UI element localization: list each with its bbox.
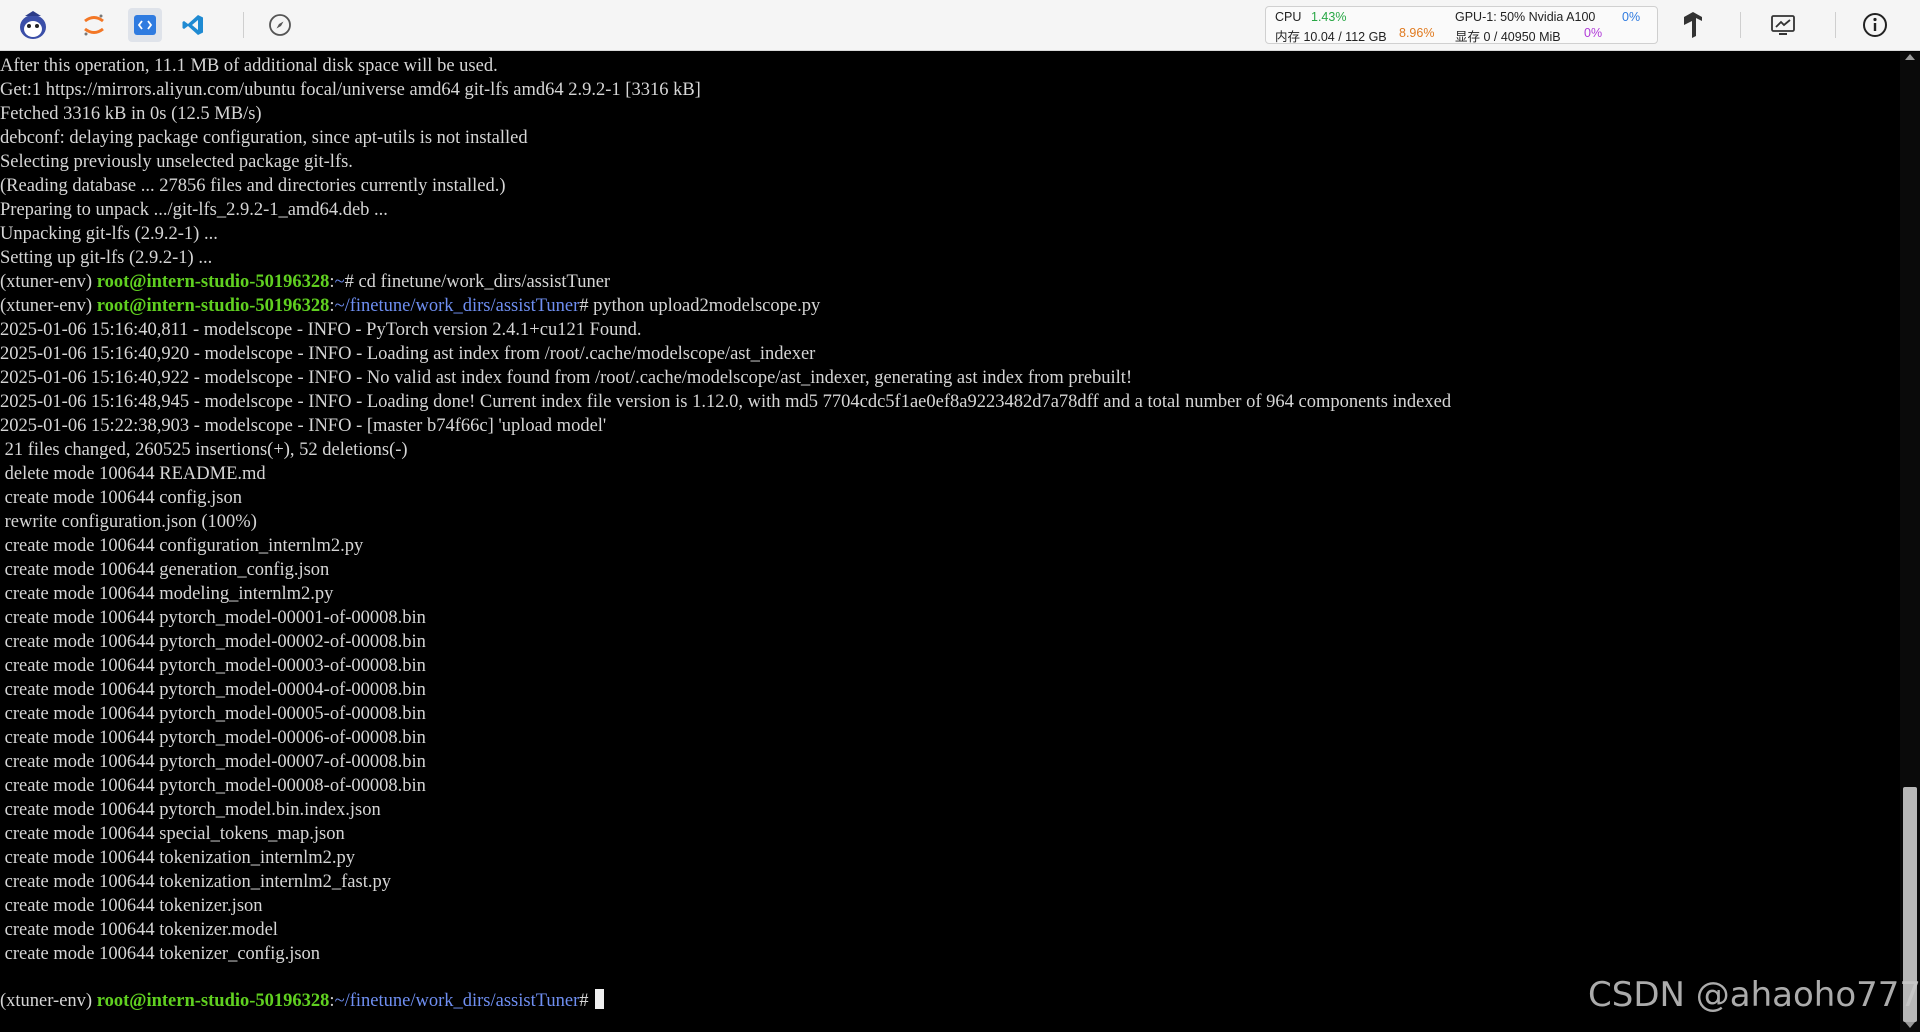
prompt-command: # python upload2modelscope.py (579, 296, 821, 316)
terminal-line: create mode 100644 pytorch_model.bin.ind… (0, 800, 381, 820)
terminal-line: Preparing to unpack .../git-lfs_2.9.2-1_… (0, 200, 388, 220)
resource-stats-panel: CPU 1.43% 内存 10.04 / 112 GB 8.96% GPU-1:… (1265, 6, 1658, 44)
scroll-down-arrow-icon[interactable] (1905, 1022, 1915, 1028)
prompt-path: ~/finetune/work_dirs/assistTuner (334, 991, 580, 1011)
prompt-env: (xtuner-env) (0, 991, 97, 1011)
memory-label: 内存 10.04 / 112 GB (1275, 30, 1387, 44)
terminal-line: create mode 100644 modeling_internlm2.py (0, 584, 334, 604)
monitor-icon[interactable] (1766, 8, 1800, 42)
terminal-line: create mode 100644 pytorch_model-00006-o… (0, 728, 426, 748)
scroll-up-arrow-icon[interactable] (1905, 54, 1915, 60)
terminal-line: create mode 100644 tokenization_internlm… (0, 872, 391, 892)
terminal-line: create mode 100644 pytorch_model-00005-o… (0, 704, 426, 724)
vscode-icon[interactable] (176, 8, 210, 42)
toolbar-divider (1657, 12, 1658, 38)
terminal-line: 2025-01-06 15:22:38,903 - modelscope - I… (0, 416, 607, 436)
terminal-prompt-line[interactable]: (xtuner-env) root@intern-studio-50196328… (0, 989, 605, 1013)
toolbar-divider (243, 12, 244, 38)
vram-label: 显存 0 / 40950 MiB (1455, 30, 1561, 44)
mascot-logo-icon[interactable] (16, 8, 50, 42)
gpu-label: GPU-1: 50% Nvidia A100 (1455, 10, 1596, 24)
terminal-line: 2025-01-06 15:16:40,922 - modelscope - I… (0, 368, 1133, 388)
prompt-path: ~ (334, 272, 345, 292)
cpu-value: 1.43% (1311, 10, 1347, 24)
vram-value: 0% (1584, 26, 1603, 40)
terminal-line: create mode 100644 tokenizer_config.json (0, 944, 321, 964)
csdn-watermark: CSDN @ahaoho777 (1588, 975, 1920, 1015)
prompt-user: root@intern-studio-50196328 (96, 296, 330, 316)
terminal-line: create mode 100644 configuration_internl… (0, 536, 364, 556)
prompt-user: root@intern-studio-50196328 (96, 272, 330, 292)
tensorflow-icon[interactable] (1676, 8, 1710, 42)
memory-value: 8.96% (1399, 26, 1435, 40)
terminal-line: create mode 100644 pytorch_model-00003-o… (0, 656, 426, 676)
terminal-prompt-line: (xtuner-env) root@intern-studio-50196328… (0, 270, 610, 294)
prompt-command: # (579, 991, 594, 1011)
prompt-env: (xtuner-env) (0, 296, 97, 316)
gpu-value: 0% (1622, 10, 1641, 24)
terminal-line: create mode 100644 pytorch_model-00002-o… (0, 632, 426, 652)
terminal-line: create mode 100644 special_tokens_map.js… (0, 824, 345, 844)
terminal-output[interactable]: After this operation, 11.1 MB of additio… (0, 52, 1900, 1032)
terminal-line: rewrite configuration.json (100%) (0, 512, 257, 532)
terminal-line: delete mode 100644 README.md (0, 464, 266, 484)
prompt-command: # cd finetune/work_dirs/assistTuner (344, 272, 611, 292)
toolbar-divider (1835, 12, 1836, 38)
terminal-line: Fetched 3316 kB in 0s (12.5 MB/s) (0, 104, 262, 124)
prompt-path: ~/finetune/work_dirs/assistTuner (334, 296, 580, 316)
terminal-line: create mode 100644 pytorch_model-00004-o… (0, 680, 426, 700)
terminal-line: create mode 100644 pytorch_model-00001-o… (0, 608, 426, 628)
terminal-line: create mode 100644 generation_config.jso… (0, 560, 330, 580)
info-icon[interactable] (1858, 8, 1892, 42)
top-toolbar: CPU 1.43% 内存 10.04 / 112 GB 8.96% GPU-1:… (0, 0, 1920, 51)
terminal-line: Unpacking git-lfs (2.9.2-1) ... (0, 224, 218, 244)
terminal-line: After this operation, 11.1 MB of additio… (0, 56, 498, 76)
terminal-line: 2025-01-06 15:16:48,945 - modelscope - I… (0, 392, 1452, 412)
cpu-label: CPU (1275, 10, 1302, 24)
terminal-line: create mode 100644 tokenizer.model (0, 920, 278, 940)
terminal-line: debconf: delaying package configuration,… (0, 128, 528, 148)
text-cursor (595, 989, 605, 1009)
terminal-line: 2025-01-06 15:16:40,920 - modelscope - I… (0, 344, 816, 364)
toolbar-divider (1740, 12, 1741, 38)
terminal-line: create mode 100644 pytorch_model-00007-o… (0, 752, 426, 772)
compass-icon[interactable] (263, 8, 297, 42)
prompt-env: (xtuner-env) (0, 272, 97, 292)
terminal-line: Selecting previously unselected package … (0, 152, 353, 172)
terminal-prompt-line: (xtuner-env) root@intern-studio-50196328… (0, 294, 820, 318)
terminal-line: 2025-01-06 15:16:40,811 - modelscope - I… (0, 320, 642, 340)
jupyter-icon[interactable] (77, 8, 111, 42)
prompt-user: root@intern-studio-50196328 (96, 991, 330, 1011)
terminal-scrollbar[interactable] (1900, 52, 1920, 1032)
terminal-line: Setting up git-lfs (2.9.2-1) ... (0, 248, 213, 268)
terminal-line: (Reading database ... 27856 files and di… (0, 176, 506, 196)
terminal-line: Get:1 https://mirrors.aliyun.com/ubuntu … (0, 80, 701, 100)
terminal-line: create mode 100644 tokenization_internlm… (0, 848, 355, 868)
code-editor-icon[interactable] (128, 8, 162, 42)
terminal-line: 21 files changed, 260525 insertions(+), … (0, 440, 408, 460)
terminal-line: create mode 100644 tokenizer.json (0, 896, 263, 916)
terminal-line: create mode 100644 pytorch_model-00008-o… (0, 776, 426, 796)
terminal-line: create mode 100644 config.json (0, 488, 242, 508)
